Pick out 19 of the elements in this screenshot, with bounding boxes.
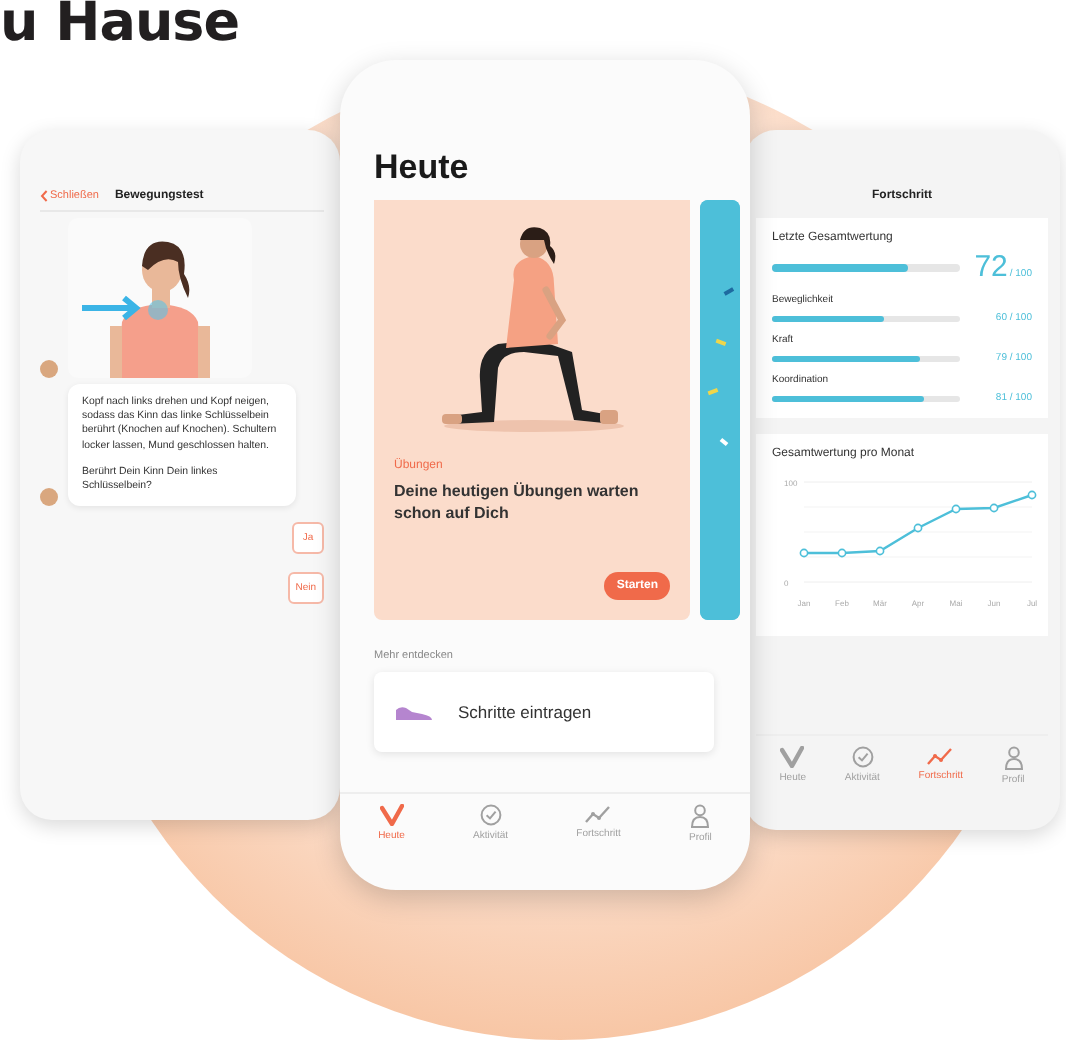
data-point xyxy=(1027,490,1037,500)
screen-title: Heute xyxy=(374,148,471,188)
avatar-icon xyxy=(40,360,58,378)
avatar-icon xyxy=(40,488,58,507)
card-text: Deine heutigen Übungen warten schon auf Dich xyxy=(394,480,641,524)
person-icon xyxy=(690,804,711,828)
line-chart-icon xyxy=(584,804,613,824)
page-heading: u Hause xyxy=(0,0,240,54)
person-icon xyxy=(1003,746,1024,770)
check-circle-icon xyxy=(851,746,874,768)
action-label: Schritte eintragen xyxy=(458,702,592,722)
check-mark-icon xyxy=(780,746,805,768)
chevron-icon xyxy=(40,190,48,202)
score-value: 72 xyxy=(974,250,1008,284)
line-chart-icon xyxy=(926,746,955,766)
check-mark-icon xyxy=(379,804,404,826)
action-card[interactable]: Schritte eintragen xyxy=(374,672,714,752)
shoe-icon xyxy=(394,703,434,721)
check-circle-icon xyxy=(479,804,502,826)
